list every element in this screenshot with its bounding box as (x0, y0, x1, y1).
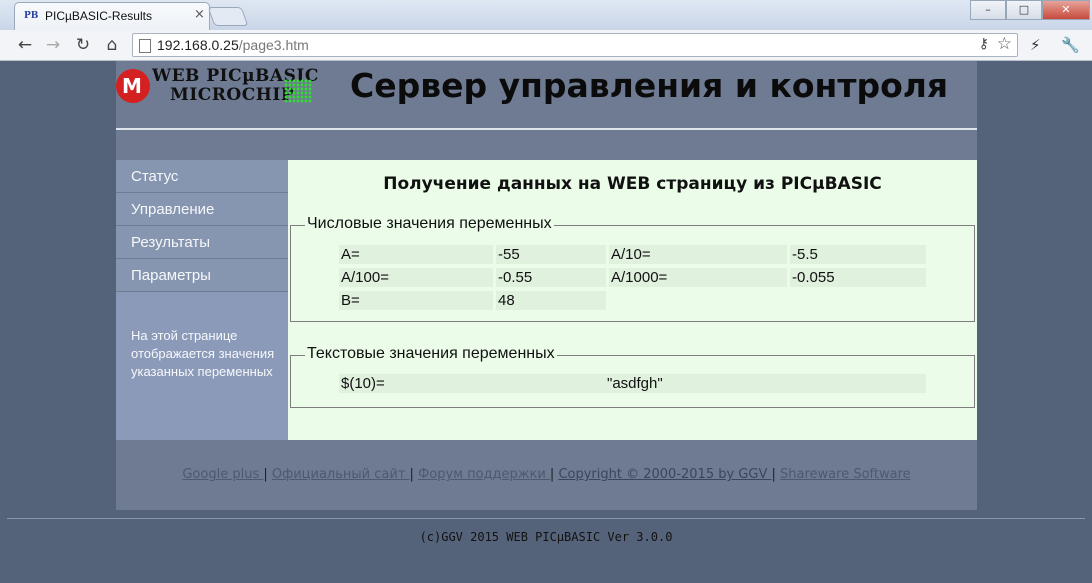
var-label-str10: $(10)= (339, 374, 605, 393)
link-official-site[interactable]: Официальный сайт (272, 467, 410, 482)
url-path: /page3.htm (238, 37, 309, 53)
url-host: 192.168.0.25 (157, 37, 239, 53)
sidebar-item-label: Параметры (131, 267, 211, 284)
link-support-forum[interactable]: Форум поддержки (418, 467, 550, 482)
footer: Google plus | Официальный сайт | Форум п… (116, 440, 977, 510)
link-separator: | (263, 467, 268, 482)
new-tab-button[interactable] (207, 7, 249, 26)
lightning-icon[interactable]: ⚡ (1030, 34, 1041, 56)
close-tab-icon[interactable]: × (194, 7, 205, 22)
sidebar-item-label: Результаты (131, 234, 210, 251)
dot-matrix-icon (284, 79, 312, 103)
address-bar[interactable]: 192.168.0.25/page3.htm ⚷ ☆ (132, 33, 1018, 57)
var-value-a: -55 (496, 245, 606, 264)
sidebar-menu: Статус Управление Результаты Параметры (116, 160, 288, 292)
var-label-a-div1000: A/1000= (609, 268, 787, 287)
copyright-text: (c)GGV 2015 WEB PICµBASIC Ver 3.0.0 (419, 530, 673, 544)
sidebar-item-label: Управление (131, 201, 215, 218)
var-value-str10: "asdfgh" (605, 374, 926, 393)
home-icon[interactable]: ⌂ (101, 34, 123, 56)
text-legend: Текстовые значения переменных (305, 345, 557, 363)
var-value-a-div1000: -0.055 (790, 268, 926, 287)
header-divider (116, 128, 977, 130)
var-value-a-div10: -5.5 (790, 245, 926, 264)
sidebar-item-results[interactable]: Результаты (116, 226, 288, 259)
favicon-icon: PB (24, 11, 39, 21)
browser-tab[interactable]: PB PICµBASIC-Results × (14, 2, 210, 30)
browser-titlebar: PB PICµBASIC-Results × – □ ✕ (0, 0, 1092, 30)
reload-icon[interactable]: ↻ (72, 34, 94, 56)
back-icon[interactable]: ← (14, 34, 36, 56)
link-copyright[interactable]: Copyright © 2000-2015 by GGV (558, 467, 771, 482)
var-label-a-div10: A/10= (609, 245, 787, 264)
page-icon (139, 39, 151, 53)
link-shareware[interactable]: Shareware Software (780, 467, 911, 482)
sidebar-item-control[interactable]: Управление (116, 193, 288, 226)
star-icon[interactable]: ☆ (997, 34, 1012, 54)
logo-mark: M (122, 74, 142, 98)
var-label-a: A= (339, 245, 493, 264)
link-separator: | (409, 467, 414, 482)
link-separator: | (771, 467, 776, 482)
wrench-icon[interactable]: 🔧 (1061, 34, 1080, 56)
link-google-plus[interactable]: Google plus (182, 467, 263, 482)
numeric-values-group: Числовые значения переменных A= -55 A/10… (290, 215, 975, 322)
var-value-a-div100: -0.55 (496, 268, 606, 287)
page-title: Сервер управления и контроля (350, 66, 949, 105)
picbasic-logo: M WEB PICµBASIC MICROCHIP (114, 66, 318, 109)
numeric-legend: Числовые значения переменных (305, 215, 554, 233)
sidebar-item-status[interactable]: Статус (116, 160, 288, 193)
var-label-a-div100: A/100= (339, 268, 493, 287)
main-content: Получение данных на WEB страницу из PICµ… (288, 160, 977, 440)
tab-title: PICµBASIC-Results (45, 9, 152, 23)
footer-divider (7, 518, 1085, 519)
logo-line2: MICROCHIP (170, 85, 295, 105)
sidebar-note: На этой странице отображается значения у… (131, 328, 275, 379)
microchip-logo-icon: M (116, 69, 150, 103)
footer-links: Google plus | Официальный сайт | Форум п… (116, 467, 977, 482)
minimize-icon[interactable]: – (970, 0, 1006, 20)
content-title: Получение данных на WEB страницу из PICµ… (383, 174, 882, 194)
maximize-icon[interactable]: □ (1006, 0, 1042, 20)
forward-icon[interactable]: → (42, 34, 64, 56)
text-values-group: Текстовые значения переменных $(10)= "as… (290, 345, 975, 408)
link-separator: | (549, 467, 555, 482)
url-text[interactable]: 192.168.0.25/page3.htm (157, 37, 309, 53)
close-icon[interactable]: ✕ (1042, 0, 1090, 20)
sidebar-item-label: Статус (131, 168, 179, 185)
key-icon[interactable]: ⚷ (979, 36, 989, 52)
sidebar: Статус Управление Результаты Параметры Н… (116, 160, 288, 440)
browser-toolbar: ← → ↻ ⌂ 192.168.0.25/page3.htm ⚷ ☆ ⚡ 🔧 (0, 30, 1092, 61)
sidebar-item-parameters[interactable]: Параметры (116, 259, 288, 292)
var-value-b: 48 (496, 291, 606, 310)
var-label-b: B= (339, 291, 493, 310)
